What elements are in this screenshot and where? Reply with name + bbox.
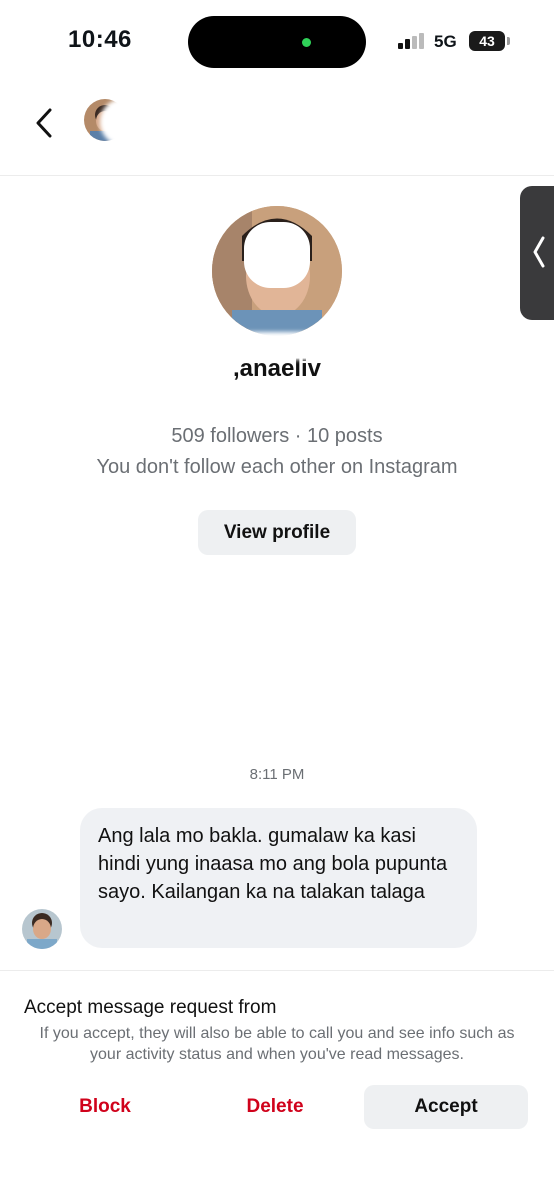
- redaction-mark: [100, 98, 270, 146]
- status-bar: 10:46 5G 43: [0, 0, 554, 80]
- message-request-panel: Accept message request from If you accep…: [0, 970, 554, 1200]
- follow-status: You don't follow each other on Instagram: [96, 456, 458, 478]
- block-button[interactable]: Block: [50, 1085, 160, 1129]
- dynamic-island: [188, 16, 366, 68]
- redaction-mark: [244, 222, 310, 288]
- redaction-mark: [290, 993, 540, 1019]
- avatar-image: [22, 909, 62, 949]
- redaction-mark: [180, 332, 380, 360]
- message-timestamp: 8:11 PM: [249, 766, 305, 783]
- redaction-mark: [210, 382, 370, 410]
- battery-icon: 43: [469, 31, 510, 51]
- view-profile-button[interactable]: View profile: [198, 510, 356, 555]
- chevron-left-icon: [36, 108, 52, 138]
- request-description: If you accept, they will also be able to…: [39, 1025, 515, 1063]
- delete-button[interactable]: Delete: [220, 1085, 330, 1129]
- network-type: 5G: [434, 32, 457, 51]
- chevron-left-icon: [533, 236, 545, 268]
- camera-indicator-icon: [302, 38, 311, 47]
- signal-icon: [398, 33, 424, 49]
- back-button[interactable]: [30, 106, 60, 140]
- chat-header: [0, 84, 554, 176]
- sender-avatar[interactable]: [22, 909, 62, 949]
- profile-stats: 509 followers · 10 posts: [171, 425, 383, 447]
- message-bubble[interactable]: Ang lala mo bakla. gumalaw ka kasi hindi…: [80, 808, 477, 948]
- status-time: 10:46: [68, 26, 132, 53]
- request-title: Accept message request from: [24, 997, 277, 1018]
- accept-button[interactable]: Accept: [364, 1085, 528, 1129]
- side-panel-handle[interactable]: [520, 186, 554, 320]
